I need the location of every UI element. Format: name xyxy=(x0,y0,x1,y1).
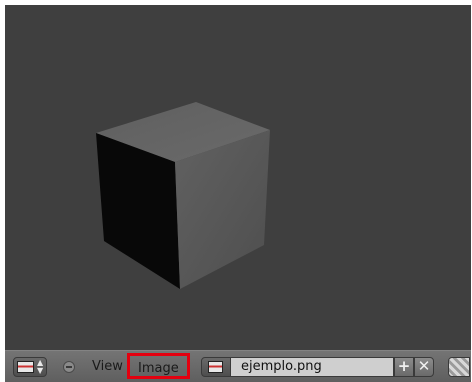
close-icon: ✕ xyxy=(417,357,431,375)
updown-arrows-icon: ▲ ▼ xyxy=(37,358,44,375)
image-browse-button[interactable] xyxy=(201,357,231,377)
image-editor-window: ▲ ▼ View Image ejemplo.png + ✕ xyxy=(0,0,472,382)
image-browse-icon xyxy=(208,361,223,373)
unlink-image-button[interactable]: ✕ xyxy=(414,357,434,377)
new-image-button[interactable]: + xyxy=(394,357,414,377)
image-editor-header: ▲ ▼ View Image ejemplo.png + ✕ xyxy=(5,350,471,382)
plus-icon: + xyxy=(397,357,411,375)
menu-view[interactable]: View xyxy=(90,358,125,376)
image-editor-icon xyxy=(17,361,34,373)
image-name-field[interactable]: ejemplo.png xyxy=(231,357,394,377)
editor-type-selector[interactable]: ▲ ▼ xyxy=(13,357,47,377)
pack-icon[interactable] xyxy=(448,357,470,377)
menu-image[interactable]: Image xyxy=(127,353,190,379)
rendered-cube-image xyxy=(96,102,270,289)
image-viewport[interactable] xyxy=(5,5,471,350)
collapse-menus-button[interactable] xyxy=(63,361,75,373)
